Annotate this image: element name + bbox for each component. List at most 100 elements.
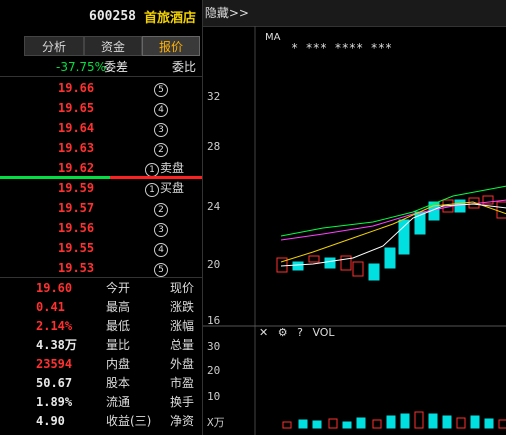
stat-label: 外盘 [169,357,194,371]
gear-icon[interactable]: ⚙ [278,326,288,339]
volume-bar [428,413,438,429]
price: 19.65 [58,101,95,115]
volume-bar [386,415,396,429]
candle [398,219,410,255]
stat-label-2: 最高 [106,300,131,314]
stat-label-2: 收益(三) [106,414,152,428]
level: 4 [154,98,169,118]
price: 19.57 [58,201,95,215]
bid-row[interactable]: 19.53 5 [0,258,202,278]
price: 19.59 [58,181,95,195]
quote-panel: 600258 首旅酒店 报价 资金 分析 委比 -37.75% 委差 19.66… [0,0,202,435]
level-number: 5 [154,83,168,97]
level: 5 [154,258,169,278]
stat-value: 4.38万 [36,338,77,352]
candle [496,201,506,219]
ask-row[interactable]: 19.66 5 [0,78,202,98]
side-label: 卖盘 [160,161,185,175]
ask-row[interactable]: 19.64 3 [0,118,202,138]
side-label: 买盘 [160,181,185,195]
volume-bar [312,420,322,429]
divider [0,76,202,77]
bid-row[interactable]: 19.57 2 [0,198,202,218]
volume-bar [282,421,292,429]
tab-quote[interactable]: 报价 [142,36,200,56]
stat-value: 19.60 [36,281,73,295]
level: 1 买盘 [145,178,184,198]
level-number: 5 [154,263,168,277]
stat-value: 4.90 [36,414,65,428]
ma-label: MA [265,32,281,43]
volume-bar [498,419,506,429]
level: 2 [154,138,169,158]
volume-bar [356,417,366,429]
tab-funds[interactable]: 资金 [84,36,142,56]
price: 19.62 [58,161,95,175]
price-tick: 28 [207,140,221,153]
ask-row[interactable]: 19.65 4 [0,98,202,118]
volume-bar [328,418,338,429]
stock-code: 600258 [89,8,136,24]
level-number: 1 [145,183,159,197]
stat-value: 2.14% [36,319,73,333]
price: 19.55 [58,241,95,255]
volume-bar [342,421,352,429]
stock-name: 首旅酒店 [143,10,196,26]
vol-label: VOL [312,326,335,339]
volume-tick: 10 [207,390,221,403]
stat-label: 换手 [169,395,194,409]
tab-bar: 报价 资金 分析 [0,36,202,56]
level-number: 2 [154,143,168,157]
volume-header: ✕ ⚙ ? VOL [259,326,506,342]
stat-row: 23594 内盘 外盘 [0,355,202,374]
ratio-diff-label: 委差 [104,60,129,74]
stat-value: 0.41 [36,300,65,314]
level: 5 [154,78,169,98]
volume-tick: 20 [207,364,221,377]
candle [292,261,304,271]
volume-bar [298,419,308,429]
tab-analysis[interactable]: 分析 [24,36,84,56]
level-number: 4 [154,243,168,257]
level-number: 3 [154,123,168,137]
price-tick: 16 [207,314,221,327]
stat-row: 19.60 今开 现价 [0,279,202,298]
level: 2 [154,198,169,218]
bid-row[interactable]: 19.59 1 买盘 [0,178,202,198]
close-icon[interactable]: ✕ [259,326,268,339]
volume-tick: 30 [207,340,221,353]
price: 19.56 [58,221,95,235]
stat-label: 总量 [169,338,194,352]
bid-row[interactable]: 19.56 3 [0,218,202,238]
volume-bar [442,415,452,429]
stat-row: 50.67 股本 市盈 [0,374,202,393]
stat-value: 1.89% [36,395,73,409]
kline-chart[interactable]: MA * *** **** *** [203,0,506,435]
level: 3 [154,218,169,238]
stat-row: 2.14% 最低 涨幅 [0,317,202,336]
candle [368,263,380,281]
ask-row[interactable]: 19.62 1 卖盘 [0,158,202,178]
stock-header: 600258 首旅酒店 [0,0,202,32]
stat-label-2: 量比 [106,338,131,352]
level-number: 1 [145,163,159,177]
stat-row: 4.38万 量比 总量 [0,336,202,355]
stat-label: 市盈 [169,376,194,390]
help-icon[interactable]: ? [297,326,303,339]
ma-line-3 [280,199,506,241]
candle [352,261,364,277]
stat-label: 涨跌 [169,300,194,314]
ma-line-4 [280,185,506,237]
stat-label-2: 流通 [106,395,131,409]
divider [0,277,202,278]
chart-panel: 隐藏>> MA * *** **** *** ✕ ⚙ ? VOL 32 28 24 2… [202,0,506,435]
ratio-value: -37.75% [56,60,107,74]
bid-row[interactable]: 19.55 4 [0,238,202,258]
stat-label-2: 最低 [106,319,131,333]
level: 1 卖盘 [145,158,184,178]
stat-row: 1.89% 流通 换手 [0,393,202,412]
volume-bar [414,411,424,429]
level-number: 2 [154,203,168,217]
price-tick: 32 [207,90,221,103]
ask-row[interactable]: 19.63 2 [0,138,202,158]
